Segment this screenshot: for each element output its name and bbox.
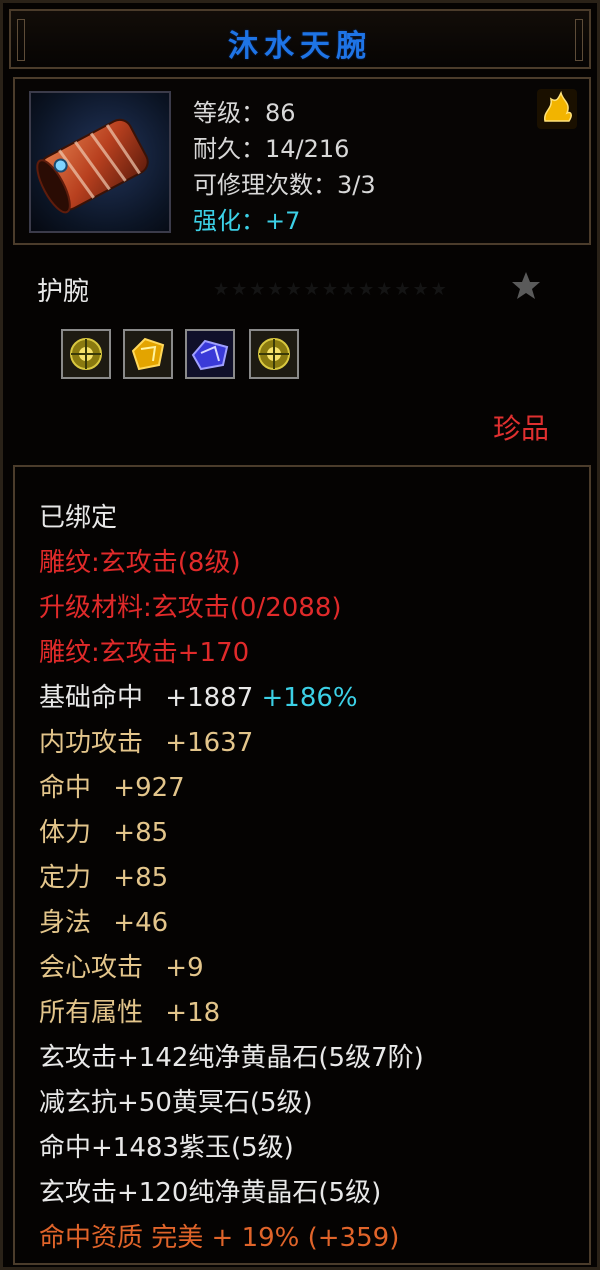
gem-line-3: 命中+1483紫玉(5级) (39, 1133, 294, 1163)
gem-slot-3[interactable] (185, 329, 235, 379)
faded-stars-decoration: ★★★★★★★★★★★★★ (213, 279, 449, 300)
quality-label: 珍品 (493, 412, 550, 445)
all-attr-value: +18 (165, 998, 221, 1028)
internal-attack-line: 内功攻击 +1637 (39, 722, 253, 759)
durability-stat: 耐久：14/216 (193, 135, 350, 163)
engrave-line: 雕纹:玄攻击(8级) (39, 548, 241, 578)
focus-value: +85 (113, 863, 169, 893)
gem-line-2: 减玄抗+50黄冥石(5级) (39, 1088, 313, 1118)
purple-gem-icon (187, 331, 233, 377)
engrave-bonus-line: 雕纹:玄攻击+170 (39, 638, 250, 668)
stamina-line: 体力 +85 (39, 812, 168, 849)
gem-line-1: 玄攻击+142纯净黄晶石(5级7阶) (39, 1043, 424, 1073)
base-hit-value: +1887 (165, 683, 254, 713)
aptitude-line: 命中资质 完美 + 19% (+359) (39, 1223, 400, 1253)
focus-line: 定力 +85 (39, 857, 168, 894)
crit-label: 会心攻击 (39, 953, 144, 983)
item-tooltip-panel: 沐水天腕 等级：86 耐久：14/216 可修理次数：3/3 强化：+7 护腕 … (0, 0, 600, 1270)
item-name: 沐水天腕 (228, 29, 372, 64)
hit-value: +927 (113, 773, 185, 803)
yellow-gem-icon (70, 338, 102, 370)
item-info-box: 等级：86 耐久：14/216 可修理次数：3/3 强化：+7 (13, 77, 591, 245)
enhance-stat: 强化：+7 (193, 207, 301, 235)
all-attr-label: 所有属性 (39, 998, 144, 1028)
bound-status: 已绑定 (39, 503, 118, 533)
stamina-value: +85 (113, 818, 169, 848)
agility-value: +46 (113, 908, 169, 938)
agility-label: 身法 (39, 908, 92, 938)
yellow-gem-icon (258, 338, 290, 370)
gem-line-4: 玄攻击+120纯净黄晶石(5级) (39, 1178, 382, 1208)
focus-label: 定力 (39, 863, 92, 893)
level-stat: 等级：86 (193, 99, 296, 127)
base-hit-line: 基础命中 +1887 +186% (39, 677, 358, 714)
upgrade-material-line: 升级材料:玄攻击(0/2088) (39, 593, 342, 623)
internal-attack-value: +1637 (165, 728, 254, 758)
gem-slot-4[interactable] (249, 329, 299, 379)
gold-gem-icon (131, 337, 165, 371)
internal-attack-label: 内功攻击 (39, 728, 144, 758)
gold-flame-badge-icon (535, 87, 579, 131)
base-hit-percent: +186% (261, 683, 358, 713)
gem-slot-2[interactable] (123, 329, 173, 379)
all-attr-line: 所有属性 +18 (39, 992, 220, 1029)
star-icon (509, 269, 543, 303)
agility-line: 身法 +46 (39, 902, 168, 939)
bracer-icon (29, 91, 171, 233)
crit-line: 会心攻击 +9 (39, 947, 204, 984)
stamina-label: 体力 (39, 818, 92, 848)
hit-label: 命中 (39, 773, 92, 803)
repair-count-stat: 可修理次数：3/3 (193, 171, 376, 199)
gem-slot-1[interactable] (61, 329, 111, 379)
hit-line: 命中 +927 (39, 767, 185, 804)
title-bar: 沐水天腕 (9, 9, 591, 69)
base-hit-label: 基础命中 (39, 683, 144, 713)
crit-value: +9 (165, 953, 204, 983)
item-type-label: 护腕 (37, 277, 90, 307)
